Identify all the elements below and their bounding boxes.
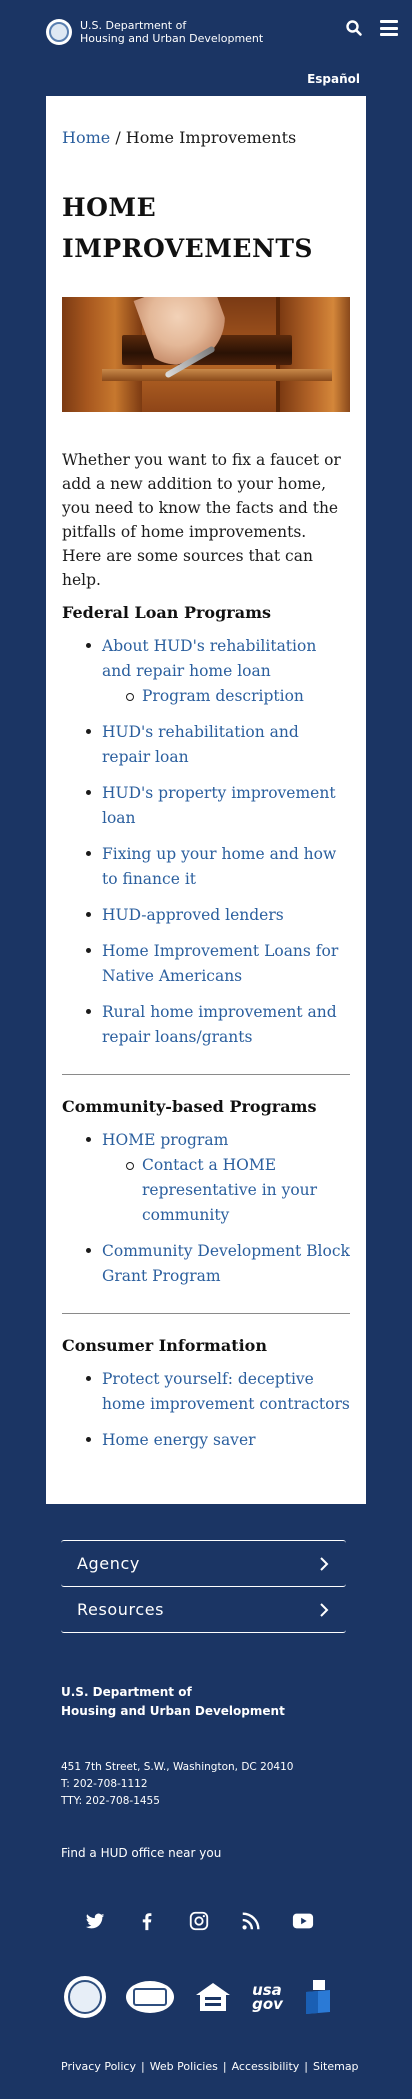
section-title-community-programs: Community-based Programs [62,1097,317,1116]
list-item: HUD-approved lenders [86,903,350,928]
accessibility-link[interactable]: Accessibility [232,2060,300,2073]
hud-seal-logo-icon[interactable] [64,1976,107,2018]
link-fixing-up-home[interactable]: Fixing up your home and how to finance i… [102,845,336,888]
list-item: Fixing up your home and how to finance i… [86,842,350,892]
find-hud-office-link[interactable]: Find a HUD office near you [61,1846,221,1860]
usa-gov-logo-icon[interactable]: usa gov [252,1983,283,2013]
separator: | [222,2060,227,2073]
accordion-agency[interactable]: Agency [61,1541,346,1587]
facebook-icon[interactable] [136,1910,158,1932]
footer-org-name: U.S. Department of Housing and Urban Dev… [61,1683,346,1721]
community-programs-list: HOME program Contact a HOME representati… [62,1128,350,1289]
footer-org-line2: Housing and Urban Development [61,1704,285,1718]
usa-gov-line2: gov [252,1995,283,2013]
footer-contact: 451 7th Street, S.W., Washington, DC 204… [61,1759,346,1810]
twitter-icon[interactable] [84,1910,106,1932]
link-rural-loans-grants[interactable]: Rural home improvement and repair loans/… [102,1003,337,1046]
list-item: HUD's property improvement loan [86,781,350,831]
youtube-icon[interactable] [292,1910,314,1932]
list-item: Protect yourself: deceptive home improve… [86,1367,350,1417]
link-hud-approved-lenders[interactable]: HUD-approved lenders [102,906,284,924]
search-icon[interactable] [344,18,364,38]
accordion-resources-label: Resources [77,1600,165,1619]
partner-logos: usa gov [51,1976,346,2018]
list-item: Home energy saver [86,1428,350,1453]
hud-seal-icon[interactable] [46,19,72,45]
agency-name[interactable]: U.S. Department of Housing and Urban Dev… [80,19,263,45]
footer-org-line1: U.S. Department of [61,1685,192,1699]
sub-list: Contact a HOME representative in your co… [102,1153,350,1228]
rss-icon[interactable] [240,1910,262,1932]
section-divider [62,1313,350,1314]
breadcrumb: Home / Home Improvements [62,128,350,147]
list-item: Rural home improvement and repair loans/… [86,1000,350,1050]
language-bar: Español [0,64,412,94]
sitemap-link[interactable]: Sitemap [313,2060,359,2073]
sub-list-item: Contact a HOME representative in your co… [126,1153,350,1228]
chevron-right-icon [320,1556,329,1571]
accordion-resources[interactable]: Resources [61,1587,346,1633]
list-item: HOME program Contact a HOME representati… [86,1128,350,1228]
footer-phone: T: 202-708-1112 [61,1778,148,1790]
federal-loans-list: About HUD's rehabilitation and repair ho… [62,634,350,1050]
breadcrumb-current: Home Improvements [125,128,297,147]
list-item: About HUD's rehabilitation and repair ho… [86,634,350,709]
web-policies-link[interactable]: Web Policies [150,2060,218,2073]
list-item: Community Development Block Grant Progra… [86,1239,350,1289]
link-native-american-loans[interactable]: Home Improvement Loans for Native Americ… [102,942,338,985]
separator: | [140,2060,145,2073]
link-about-rehab-loan[interactable]: About HUD's rehabilitation and repair ho… [102,637,316,680]
footer-policy-links: Privacy Policy | Web Policies | Accessibilit… [61,2060,359,2099]
espanol-link[interactable]: Español [307,72,360,86]
chevron-right-icon [320,1602,329,1617]
intro-paragraph: Whether you want to fix a faucet or add … [62,451,341,589]
breadcrumb-separator: / [110,128,126,147]
accordion-agency-label: Agency [77,1554,140,1573]
link-deceptive-contractors[interactable]: Protect yourself: deceptive home improve… [102,1370,350,1413]
link-program-description[interactable]: Program description [142,687,304,705]
site-header: U.S. Department of Housing and Urban Dev… [0,0,412,64]
breadcrumb-home-link[interactable]: Home [62,128,110,147]
footer-accordion: Agency Resources [61,1540,346,1633]
link-cdbg-program[interactable]: Community Development Block Grant Progra… [102,1242,350,1285]
link-home-program[interactable]: HOME program [102,1131,228,1149]
list-item: Home Improvement Loans for Native Americ… [86,939,350,989]
social-links [51,1910,346,1932]
consumer-info-list: Protect yourself: deceptive home improve… [62,1367,350,1453]
main-content: Home / Home Improvements HOME IMPROVEMEN… [46,96,366,1504]
hero-image-cabinet-repair [62,297,350,412]
privacy-policy-link[interactable]: Privacy Policy [61,2060,136,2073]
separator: | [304,2060,308,2073]
footer-tty: TTY: 202-708-1455 [61,1795,160,1807]
sub-list-item: Program description [126,684,350,709]
section-divider [62,1074,350,1075]
agency-name-line2: Housing and Urban Development [80,32,264,45]
link-rehab-repair-loan[interactable]: HUD's rehabilitation and repair loan [102,723,299,766]
white-house-logo-icon[interactable] [126,1981,175,2013]
instagram-icon[interactable] [188,1910,210,1932]
page-title: HOME IMPROVEMENTS [62,193,313,263]
hamburger-menu-icon[interactable] [378,18,400,38]
vote-icon[interactable] [303,1978,333,2016]
list-item: HUD's rehabilitation and repair loan [86,720,350,770]
site-footer: Agency Resources U.S. Department of Hous… [0,1504,412,2099]
equal-housing-opportunity-icon[interactable] [194,1981,232,2013]
link-home-energy-saver[interactable]: Home energy saver [102,1431,256,1449]
link-property-improvement-loan[interactable]: HUD's property improvement loan [102,784,336,827]
footer-address: 451 7th Street, S.W., Washington, DC 204… [61,1761,294,1773]
agency-name-line1: U.S. Department of [80,19,187,32]
link-contact-home-rep[interactable]: Contact a HOME representative in your co… [142,1156,317,1224]
sub-list: Program description [102,684,350,709]
section-title-consumer-info: Consumer Information [62,1336,267,1355]
section-title-federal-loans: Federal Loan Programs [62,603,272,622]
